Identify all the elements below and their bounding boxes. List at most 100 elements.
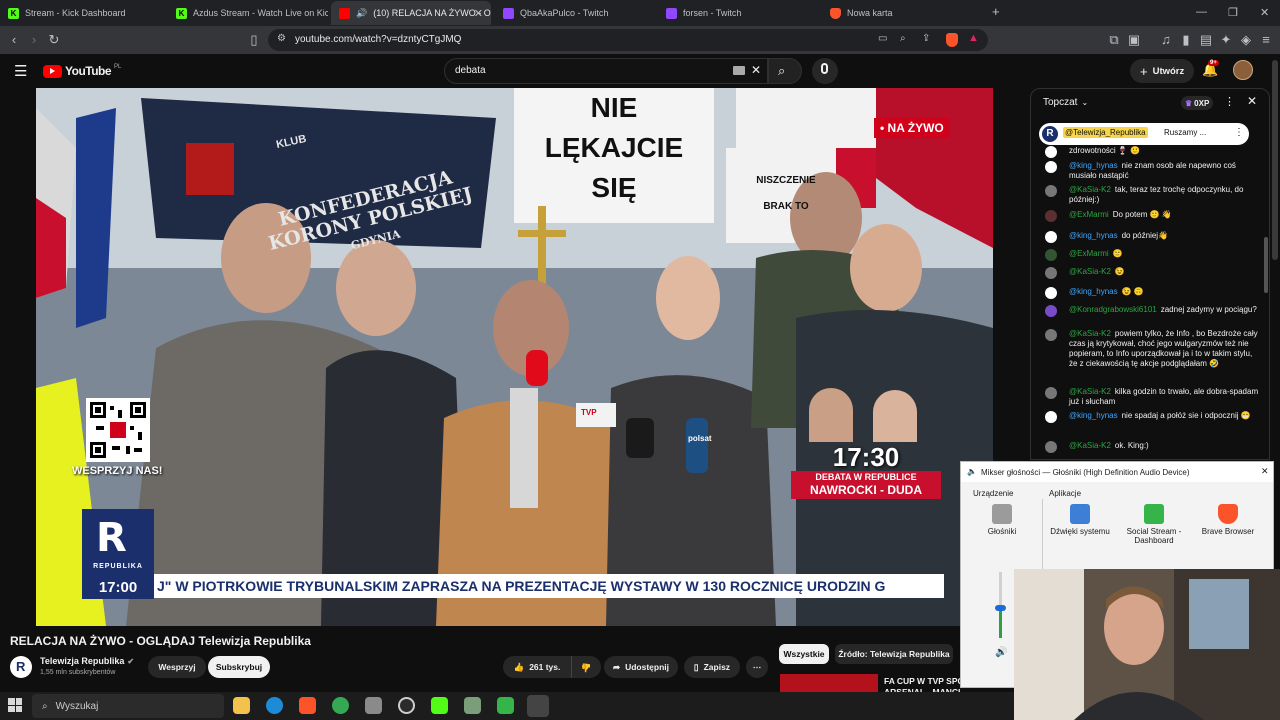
windows-start-icon[interactable] bbox=[8, 698, 22, 712]
share-icon[interactable]: ⇪ bbox=[922, 33, 930, 44]
taskbar-search[interactable]: ⌕ Wyszukaj bbox=[32, 694, 224, 718]
chat-author[interactable]: @KaSia-K2 bbox=[1069, 185, 1111, 194]
tab-new[interactable]: Nowa karta bbox=[822, 1, 982, 25]
clear-search-icon[interactable]: ✕ bbox=[751, 63, 761, 77]
channel-avatar[interactable]: R bbox=[10, 656, 32, 678]
chip-all[interactable]: Wszystkie bbox=[779, 644, 829, 664]
close-window-icon[interactable]: ✕ bbox=[1260, 6, 1269, 19]
kick-icon[interactable] bbox=[431, 697, 448, 714]
chat-avatar[interactable] bbox=[1045, 305, 1057, 317]
chat-author[interactable]: @KaSia-K2 bbox=[1069, 387, 1111, 396]
related-thumbnail[interactable] bbox=[780, 674, 878, 692]
chat-avatar[interactable] bbox=[1045, 267, 1057, 279]
mixer-app-social-stream[interactable]: Social Stream - Dashboard bbox=[1119, 499, 1189, 545]
support-button[interactable]: Wesprzyj bbox=[148, 656, 206, 678]
volume-slider-track[interactable] bbox=[995, 572, 1006, 638]
search-input[interactable]: debata ✕ bbox=[444, 58, 768, 84]
create-button[interactable]: + Utwórz bbox=[1130, 59, 1195, 83]
video-player[interactable]: KONFEDERACJA KORONY POLSKIEJ GDYNIA KLUB… bbox=[36, 88, 993, 626]
forward-icon[interactable]: › bbox=[26, 32, 42, 48]
sidebar-icon[interactable]: ▮ bbox=[1178, 32, 1194, 48]
menu-icon[interactable]: ≡ bbox=[1258, 32, 1274, 48]
chat-author[interactable]: @KaSia-K2 bbox=[1069, 441, 1111, 450]
chat-avatar[interactable] bbox=[1045, 185, 1057, 197]
chat-avatar[interactable] bbox=[1045, 287, 1057, 299]
brave-icon[interactable] bbox=[299, 697, 316, 714]
media-icon[interactable]: ♫ bbox=[1158, 32, 1174, 48]
keyboard-icon[interactable] bbox=[733, 66, 745, 75]
close-mixer-icon[interactable]: ✕ bbox=[1261, 466, 1269, 477]
screenshot-icon[interactable]: ▣ bbox=[1126, 32, 1142, 48]
chat-author[interactable]: @king_hynas bbox=[1069, 161, 1118, 170]
restore-icon[interactable]: ❐ bbox=[1228, 6, 1238, 19]
youtube-logo[interactable]: YouTube PL bbox=[43, 64, 121, 78]
site-info-icon[interactable]: ⚙ bbox=[277, 33, 286, 44]
chat-author[interactable]: @KaSia-K2 bbox=[1069, 329, 1111, 338]
volume-slider-thumb[interactable] bbox=[995, 605, 1006, 612]
reload-icon[interactable]: ↻ bbox=[46, 32, 62, 48]
cast-icon[interactable]: ▭ bbox=[878, 33, 887, 44]
chat-author[interactable]: @KaSia-K2 bbox=[1069, 267, 1111, 276]
chat-avatar[interactable] bbox=[1045, 411, 1057, 423]
leo-icon[interactable]: ✦ bbox=[1218, 32, 1234, 48]
tab-youtube-active[interactable]: 🔊 (10) RELACJA NA ŻYWO - OG ✕ bbox=[331, 1, 491, 25]
mute-toggle-icon[interactable]: 🔊 bbox=[995, 647, 1007, 658]
chat-more-icon[interactable]: ⋮ bbox=[1224, 95, 1235, 108]
obs-icon[interactable] bbox=[398, 697, 415, 714]
new-tab-button[interactable]: + bbox=[992, 4, 1000, 19]
file-explorer-icon[interactable] bbox=[233, 697, 250, 714]
hamburger-menu-icon[interactable]: ☰ bbox=[14, 62, 27, 80]
back-icon[interactable]: ‹ bbox=[6, 32, 22, 48]
chat-avatar[interactable] bbox=[1045, 210, 1057, 222]
tab-twitch-forsen[interactable]: forsen - Twitch bbox=[658, 1, 818, 25]
tab-kick-azdus[interactable]: K Azdus Stream - Watch Live on Kick bbox=[168, 1, 328, 25]
wallet-icon[interactable]: ▤ bbox=[1198, 32, 1214, 48]
chat-author[interactable]: @king_hynas bbox=[1069, 231, 1118, 240]
address-bar[interactable]: ⚙ youtube.com/watch?v=dzntyCTgJMQ ▭ ⌕ ⇪ … bbox=[268, 29, 988, 51]
chat-avatar[interactable] bbox=[1045, 441, 1057, 453]
more-actions-button[interactable]: ⋯ bbox=[746, 656, 768, 678]
mixer-app-brave[interactable]: Brave Browser bbox=[1193, 499, 1263, 536]
chat-avatar[interactable] bbox=[1045, 161, 1057, 173]
chat-avatar[interactable] bbox=[1045, 231, 1057, 243]
social-stream-icon[interactable] bbox=[497, 697, 514, 714]
share-button[interactable]: ➦ Udostępnij bbox=[604, 656, 678, 678]
close-tab-icon[interactable]: ✕ bbox=[474, 7, 483, 20]
points-badge[interactable]: ♛ 0XP bbox=[1181, 96, 1214, 110]
account-avatar[interactable] bbox=[1233, 60, 1253, 80]
close-chat-icon[interactable]: ✕ bbox=[1247, 94, 1257, 108]
extensions-icon[interactable]: ⧉ bbox=[1106, 32, 1122, 48]
app-icon[interactable] bbox=[365, 697, 382, 714]
zoom-icon[interactable]: ⌕ bbox=[900, 33, 906, 44]
brave-shields-icon[interactable] bbox=[946, 33, 958, 47]
chat-author[interactable]: @ExMarmi bbox=[1069, 210, 1109, 219]
chat-author[interactable]: @king_hynas bbox=[1069, 411, 1118, 420]
active-app-icon[interactable] bbox=[527, 695, 549, 717]
pinned-more-icon[interactable]: ⋮ bbox=[1234, 127, 1244, 138]
minimize-icon[interactable]: — bbox=[1196, 6, 1207, 18]
dislike-button[interactable]: 👍 bbox=[571, 656, 601, 678]
mixer-device-speakers[interactable]: Głośniki bbox=[967, 499, 1037, 536]
mixer-app-system[interactable]: Dźwięki systemu bbox=[1045, 499, 1115, 536]
search-button[interactable]: ⌕ bbox=[768, 58, 802, 84]
bookmark-icon[interactable]: ▯ bbox=[246, 32, 262, 48]
chat-avatar[interactable] bbox=[1045, 387, 1057, 399]
chat-author[interactable]: @Konradgrabowski6101 bbox=[1069, 305, 1157, 314]
edge-icon[interactable] bbox=[266, 697, 283, 714]
chat-mode-dropdown[interactable]: Topczat ⌄ bbox=[1043, 97, 1088, 108]
voice-search-button[interactable] bbox=[812, 58, 838, 84]
vpn-icon[interactable]: ◈ bbox=[1238, 32, 1254, 48]
chip-source[interactable]: Źródło: Telewizja Republika bbox=[835, 644, 953, 664]
chat-avatar[interactable] bbox=[1045, 146, 1057, 158]
subscribe-button[interactable]: Subskrybuj bbox=[208, 656, 270, 678]
chat-avatar[interactable] bbox=[1045, 329, 1057, 341]
chat-scrollbar[interactable] bbox=[1264, 237, 1268, 293]
channel-name[interactable]: Telewizja Republika ✔ bbox=[40, 656, 134, 666]
like-button[interactable]: 👍 261 tys. bbox=[503, 656, 571, 678]
tab-twitch-qba[interactable]: QbaAkaPulco - Twitch bbox=[495, 1, 655, 25]
chat-author[interactable]: @king_hynas bbox=[1069, 287, 1118, 296]
pinned-message[interactable]: R @Telewizja_Republika Ruszamy ... ⋮ bbox=[1039, 123, 1249, 145]
app-icon[interactable] bbox=[464, 697, 481, 714]
brave-rewards-icon[interactable]: ▲ bbox=[968, 32, 979, 44]
page-scrollbar[interactable] bbox=[1272, 60, 1278, 260]
